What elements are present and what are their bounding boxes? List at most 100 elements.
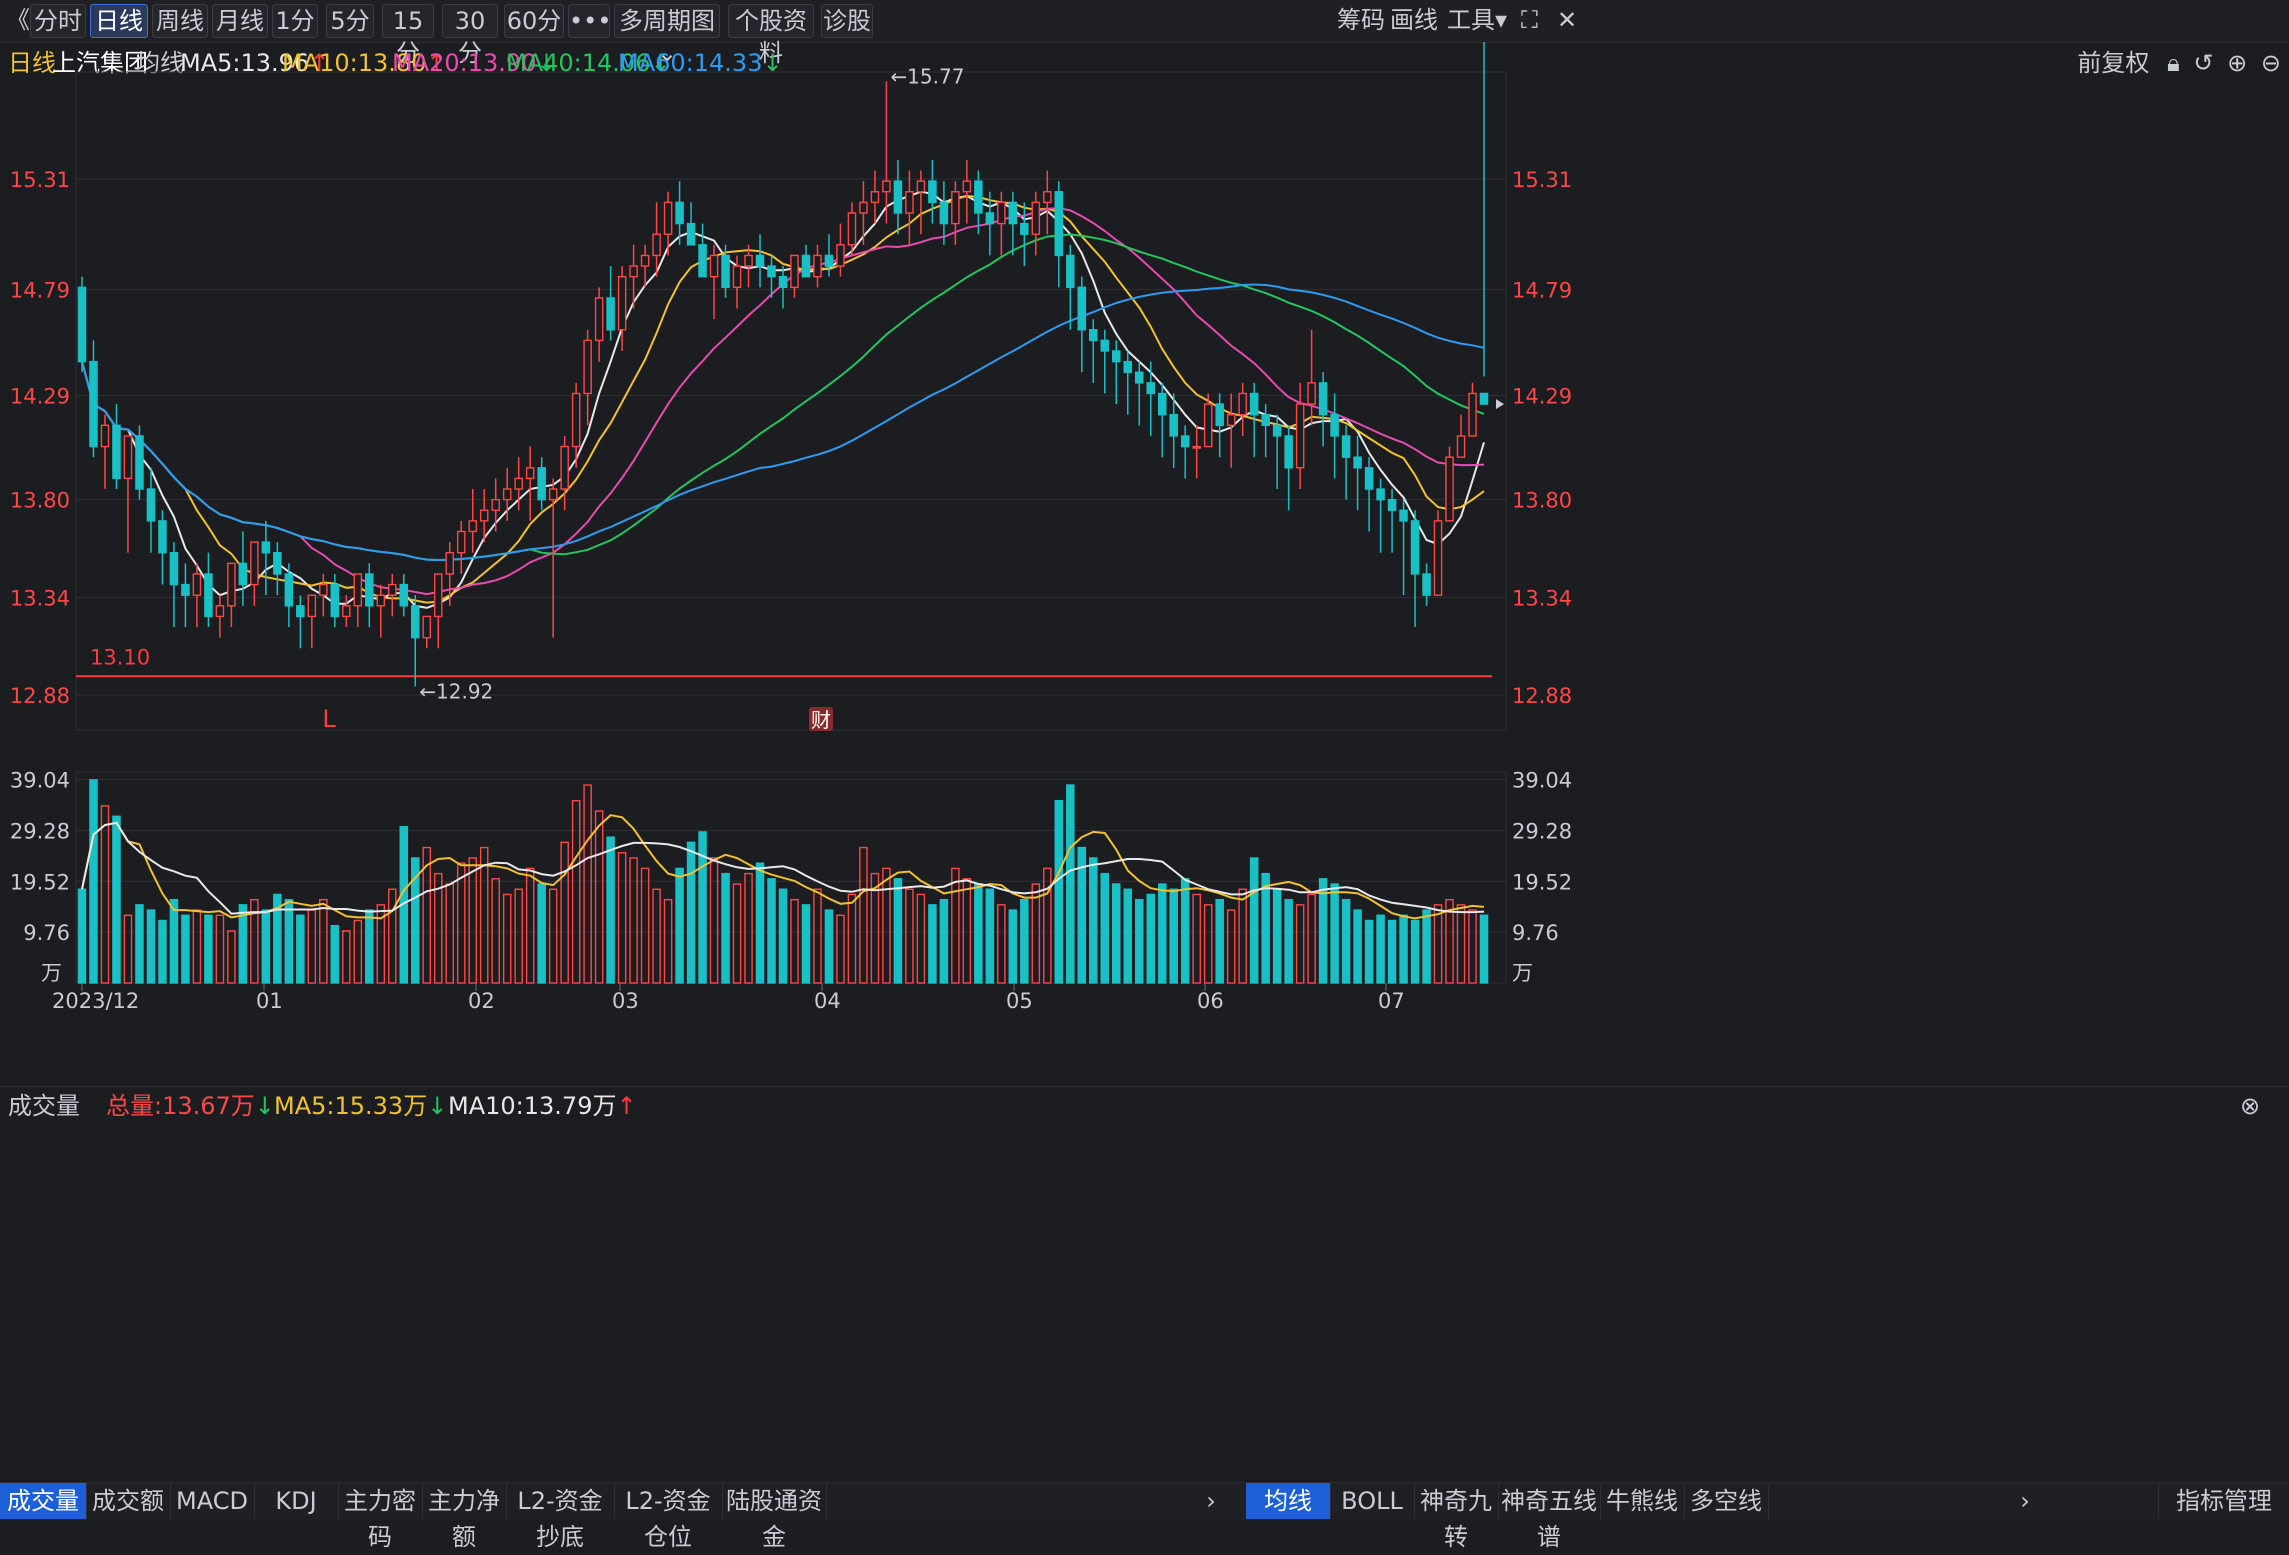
indicator-tab-7[interactable]: L2-资金仓位: [614, 1483, 723, 1551]
indicator-tab-2[interactable]: MACD: [170, 1483, 255, 1519]
indicator-tab-8[interactable]: 陆股通资金: [722, 1483, 827, 1551]
candle-body: [491, 498, 500, 511]
indicator-tab-5[interactable]: 主力净额: [422, 1483, 507, 1551]
volume-bar: [709, 857, 719, 984]
multi-period-label: 多周期图: [619, 7, 715, 35]
stock-info-button[interactable]: 个股资料: [728, 4, 814, 67]
period-tab-4[interactable]: 1分: [272, 4, 318, 38]
volume-bar: [1410, 919, 1420, 984]
candle-body: [951, 191, 960, 225]
candle-body: [525, 467, 535, 480]
volume-bar: [905, 888, 914, 984]
candle-body: [514, 477, 523, 490]
volume-bar: [652, 888, 661, 984]
candle-body: [686, 222, 696, 246]
overlay-tab-3[interactable]: 神奇五线谱: [1498, 1483, 1601, 1551]
candle-body: [399, 583, 409, 607]
overlay-tab-0[interactable]: 均线: [1246, 1483, 1331, 1519]
volume-bar: [525, 867, 535, 984]
back-icon[interactable]: 《: [6, 4, 30, 36]
candle-body: [307, 594, 317, 618]
candle-body: [985, 212, 995, 225]
scroll-right-icon[interactable]: ›: [1196, 1483, 1226, 1519]
candle-body: [560, 445, 569, 490]
candle-body: [1284, 435, 1293, 469]
candle-body: [1180, 435, 1190, 448]
volume-bar: [1422, 909, 1431, 984]
indicator-tab-3[interactable]: KDJ: [254, 1483, 339, 1519]
tools-dropdown[interactable]: 工具▾: [1447, 4, 1507, 36]
diagnose-button[interactable]: 诊股: [821, 4, 873, 38]
candle-body: [916, 180, 926, 193]
period-tab-1[interactable]: 日线: [90, 4, 148, 38]
volume-bar: [1020, 898, 1029, 984]
volume-bar: [1146, 893, 1156, 984]
last-price-pointer: [1496, 399, 1504, 410]
overlay-tab-5[interactable]: 多空线: [1684, 1483, 1769, 1519]
candle-body: [1318, 382, 1328, 416]
candle-body: [1134, 371, 1144, 384]
indicator-tab-4[interactable]: 主力密码: [338, 1483, 423, 1551]
draw-line-button[interactable]: 画线: [1390, 4, 1438, 36]
volume-bar: [1456, 904, 1466, 984]
close-icon[interactable]: ✕: [1557, 4, 1577, 36]
x-label: 05: [1006, 989, 1033, 1013]
volume-bar: [330, 924, 340, 984]
period-tab-5[interactable]: 5分: [326, 4, 374, 38]
period-tab-3[interactable]: 月线: [212, 4, 268, 38]
indicator-tab-0[interactable]: 成交量: [0, 1483, 87, 1519]
volume-bar: [1249, 857, 1259, 984]
volume-bar: [744, 872, 753, 984]
volume-bar: [479, 846, 489, 984]
marker-fin: 财: [811, 708, 831, 732]
candle-body: [365, 573, 374, 607]
indicator-tab-6[interactable]: L2-资金抄底: [506, 1483, 615, 1551]
kline-chart[interactable]: 15.31 15.31 14.79 14.79 14.29 14.29 13.80 13.80…: [0, 42, 2289, 1482]
volume-tick-right: 39.04: [1512, 769, 1572, 793]
candle-body: [319, 583, 328, 596]
period-tab-0[interactable]: 分时: [30, 4, 86, 38]
period-tab-8[interactable]: 60分: [504, 4, 564, 38]
more-button[interactable]: •••: [568, 4, 611, 38]
overlay-tab-2[interactable]: 神奇九转: [1414, 1483, 1499, 1551]
volume-bar: [1123, 888, 1133, 984]
candle-body: [813, 254, 822, 278]
volume-bar: [1399, 914, 1408, 984]
candle-body: [847, 212, 857, 246]
period-tab-6[interactable]: 15分: [382, 4, 434, 67]
candle-body: [468, 520, 477, 533]
volume-bar: [1468, 909, 1477, 984]
indicator-tab-1[interactable]: 成交额: [86, 1483, 171, 1519]
close-circle-icon[interactable]: ⊗: [2240, 1087, 2260, 1125]
candle-body: [732, 265, 742, 288]
price-tick-right: 12.88: [1512, 684, 1572, 708]
candle-body: [928, 180, 937, 204]
expand-icon[interactable]: ⛶: [1521, 4, 1538, 36]
volume-bar: [859, 846, 868, 984]
overlay-tab-1[interactable]: BOLL: [1330, 1483, 1415, 1519]
candle-body: [169, 552, 179, 586]
volume-ma5-arrow: ↓: [427, 1092, 448, 1120]
candle-body: [1226, 414, 1236, 427]
volume-bar: [365, 909, 374, 984]
scroll-right-icon-2[interactable]: ›: [2010, 1483, 2040, 1519]
volume-bar: [882, 867, 891, 984]
indicator-manage-button[interactable]: 指标管理: [2158, 1483, 2289, 1519]
candle-body: [192, 573, 202, 596]
volume-bar: [445, 883, 455, 984]
candle-body: [583, 339, 592, 395]
candle-body: [1376, 488, 1385, 501]
volume-bar: [1066, 784, 1075, 984]
overlay-tab-4[interactable]: 牛熊线: [1600, 1483, 1685, 1519]
volume-bar: [1353, 909, 1362, 984]
candle-body: [89, 360, 98, 448]
candle-body: [1479, 392, 1489, 405]
volume-header: 成交量 总量:13.67万↓ MA5:15.33万↓ MA10:13.79万↑ …: [0, 1086, 2289, 1125]
multi-period-dropdown[interactable]: 多周期图 ⌄: [614, 4, 720, 67]
candle-body: [571, 392, 581, 448]
period-tab-2[interactable]: 周线: [152, 4, 208, 38]
chips-button[interactable]: 筹码: [1337, 4, 1385, 36]
volume-tick-right: 29.28: [1512, 819, 1572, 843]
period-tab-7[interactable]: 30分: [442, 4, 498, 67]
candle-body: [1468, 392, 1477, 437]
